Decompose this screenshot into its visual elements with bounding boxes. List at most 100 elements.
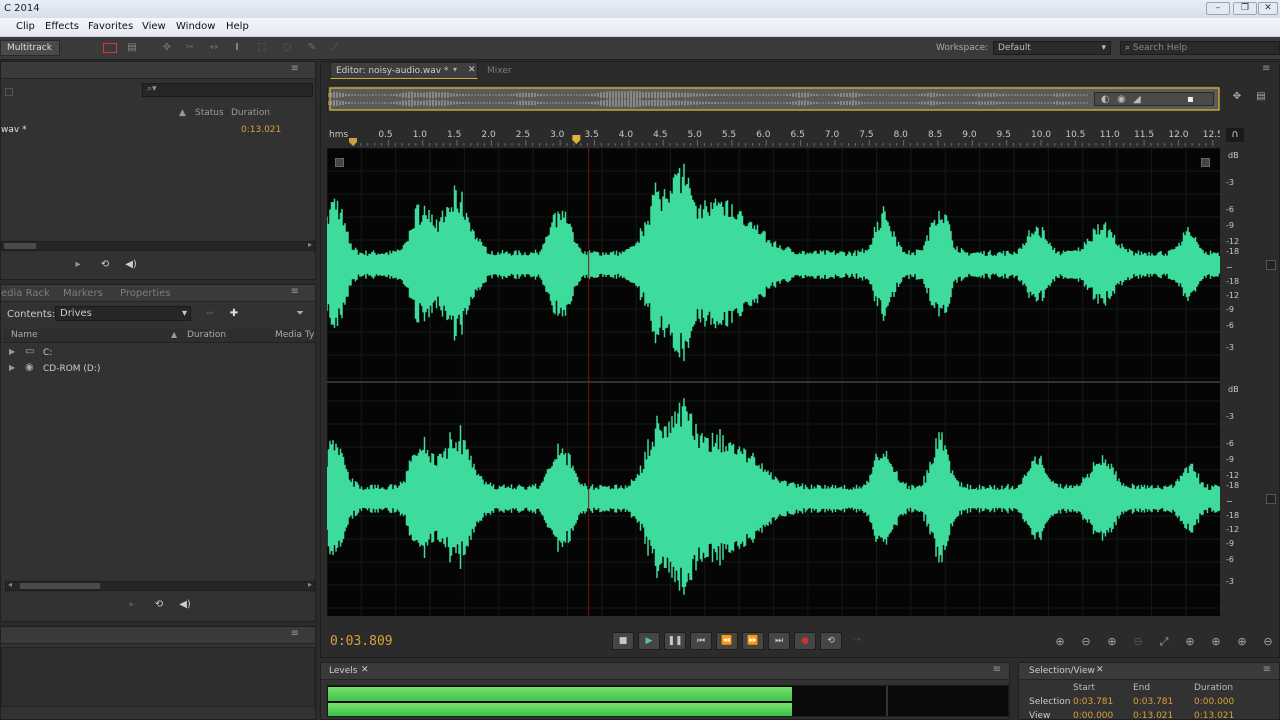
record-button[interactable]: ● <box>794 632 816 650</box>
current-time-display[interactable]: 0:03.809 <box>330 634 393 649</box>
skip-selection-button[interactable]: ⇢ <box>846 632 868 650</box>
workspace-dropdown[interactable]: Default ▾ <box>993 41 1111 55</box>
zoom-in-time-icon[interactable]: ⊕ <box>1102 634 1122 650</box>
search-help-input[interactable]: ⌕ Search Help <box>1120 41 1280 55</box>
spectral-view-icon[interactable]: ▤ <box>125 42 139 54</box>
go-to-start-button[interactable]: ⏮ <box>690 632 712 650</box>
spot-healing-tool-icon[interactable]: ⟋ <box>328 42 342 54</box>
levels-panel-title[interactable]: Levels <box>329 666 357 676</box>
close-panel-icon[interactable]: ✕ <box>1096 665 1104 675</box>
hud-toggle-icon[interactable] <box>1201 158 1210 167</box>
zoom-out-time-icon[interactable]: ⊖ <box>1128 634 1148 650</box>
multitrack-button[interactable]: Multitrack <box>0 40 60 56</box>
selection-end[interactable]: 0:03.781 <box>1133 697 1173 707</box>
zoom-in-right-icon[interactable]: ⊕ <box>1206 634 1226 650</box>
add-shortcut-icon[interactable]: ✚ <box>225 307 243 321</box>
menu-window[interactable]: Window <box>176 21 215 32</box>
pan-knob-icon[interactable]: ◉ <box>1117 94 1126 105</box>
zoom-in-left-icon[interactable]: ⊕ <box>1180 634 1200 650</box>
slip-tool-icon[interactable]: ↔ <box>207 42 221 54</box>
zoom-out-amplitude-icon[interactable]: ⊖ <box>1076 634 1096 650</box>
selection-start[interactable]: 0:03.781 <box>1073 697 1113 707</box>
zoom-selection-icon[interactable]: ⊕ <box>1232 634 1252 650</box>
brush-tool-icon[interactable]: ✎ <box>305 42 319 54</box>
zoom-all-icon[interactable]: ⊖ <box>1258 634 1278 650</box>
autoplay-icon[interactable]: ◀) <box>122 258 140 272</box>
volume-knob-icon[interactable]: ◐ <box>1101 94 1110 105</box>
time-selection-tool-icon[interactable]: I <box>230 42 244 54</box>
panel-menu-icon[interactable]: ≡ <box>291 63 299 74</box>
menu-effects[interactable]: Effects <box>45 21 79 32</box>
scrollbar-thumb[interactable] <box>20 583 100 589</box>
panel-menu-icon[interactable]: ≡ <box>1263 664 1271 675</box>
panel-menu-icon[interactable]: ≡ <box>291 286 299 297</box>
panel-menu-icon[interactable]: ≡ <box>993 664 1001 675</box>
overview-navigator[interactable]: ◐ ◉ ◢ ▪ <box>327 85 1220 111</box>
play-button[interactable]: ▶ <box>638 632 660 650</box>
fade-icon[interactable]: ◢ <box>1133 94 1141 105</box>
close-button[interactable]: ✕ <box>1258 2 1278 15</box>
play-icon[interactable]: ▸ <box>123 598 141 612</box>
expand-icon[interactable]: ▶ <box>9 347 15 356</box>
minimize-button[interactable]: – <box>1206 2 1230 15</box>
selection-view-title[interactable]: Selection/View <box>1029 666 1095 676</box>
loop-playback-button[interactable]: ⟲ <box>820 632 842 650</box>
tab-markers[interactable]: Markers <box>63 288 103 299</box>
scrollbar-thumb[interactable] <box>4 243 36 249</box>
menu-help[interactable]: Help <box>226 21 249 32</box>
status-column-header[interactable]: Status <box>195 108 224 118</box>
marquee-tool-icon[interactable]: ⬚ <box>255 42 269 54</box>
play-icon[interactable]: ▸ <box>69 258 87 272</box>
contents-dropdown[interactable]: Drives ▾ <box>55 306 191 321</box>
autoplay-icon[interactable]: ◀) <box>176 598 194 612</box>
collapse-icon[interactable] <box>5 88 13 96</box>
files-horizontal-scrollbar[interactable]: ▸ <box>1 240 315 251</box>
duration-column-header[interactable]: Duration <box>231 108 270 118</box>
view-duration[interactable]: 0:13.021 <box>1194 711 1234 720</box>
files-search-input[interactable]: ⌕▾ <box>142 83 313 97</box>
zoom-out-full-icon[interactable]: ⤢ <box>1154 634 1174 650</box>
selection-duration[interactable]: 0:00.000 <box>1194 697 1234 707</box>
tab-media-rack[interactable]: edia Rack <box>1 288 50 299</box>
pause-button[interactable]: ❚❚ <box>664 632 686 650</box>
lasso-tool-icon[interactable]: ◌ <box>280 42 294 54</box>
panel-menu-icon[interactable]: ≡ <box>291 628 299 639</box>
close-tab-icon[interactable]: ✕ <box>468 65 476 75</box>
go-to-end-button[interactable]: ⏭ <box>768 632 790 650</box>
zoom-toggle-icon[interactable]: ✥ <box>1228 90 1246 104</box>
waveform-display[interactable] <box>326 147 1221 616</box>
time-ruler[interactable]: hms 0.5 1.0 1.5 2.0 2.5 3.0 3.5 4.0 4.5 5.0 5.5 6.0 6… <box>327 124 1249 146</box>
loop-icon[interactable]: ⟲ <box>150 598 168 612</box>
panel-menu-icon[interactable]: ≡ <box>1262 63 1270 74</box>
tab-mixer[interactable]: Mixer <box>487 66 512 76</box>
selection-start-handle[interactable] <box>349 138 357 146</box>
waveform-canvas[interactable] <box>326 147 1221 616</box>
pin-hud-icon[interactable]: ▪ <box>1187 94 1194 105</box>
back-icon[interactable]: ⇐ <box>201 307 219 321</box>
menu-favorites[interactable]: Favorites <box>88 21 133 32</box>
loop-icon[interactable]: ⟲ <box>96 258 114 272</box>
channel-enable-left-icon[interactable] <box>1266 260 1276 270</box>
scroll-left-icon[interactable]: ◂ <box>8 580 12 589</box>
scroll-right-icon[interactable]: ▸ <box>308 240 312 249</box>
view-start[interactable]: 0:00.000 <box>1073 711 1113 720</box>
stop-button[interactable]: ■ <box>612 632 634 650</box>
rewind-button[interactable]: ⏪ <box>716 632 738 650</box>
record-view-icon[interactable] <box>103 43 117 53</box>
channel-enable-right-icon[interactable] <box>1266 494 1276 504</box>
scroll-right-icon[interactable]: ▸ <box>308 580 312 589</box>
menu-clip[interactable]: Clip <box>16 21 35 32</box>
tab-editor[interactable]: Editor: noisy-audio.wav * ▾ ✕ <box>330 62 478 79</box>
view-end[interactable]: 0:13.021 <box>1133 711 1173 720</box>
duration-column-header[interactable]: Duration <box>187 330 226 340</box>
move-tool-icon[interactable]: ✥ <box>160 42 174 54</box>
tab-dropdown-icon[interactable]: ▾ <box>453 65 457 74</box>
razor-tool-icon[interactable]: ✂ <box>183 42 197 54</box>
name-column-header[interactable]: Name <box>11 330 38 340</box>
maximize-button[interactable]: ❐ <box>1233 2 1257 15</box>
expand-icon[interactable]: ▶ <box>9 363 15 372</box>
list-item[interactable]: ▶ ◉ CD-ROM (D:) <box>7 362 307 377</box>
media-type-column-header[interactable]: Media Ty <box>275 330 314 340</box>
playhead-handle[interactable] <box>572 135 581 144</box>
file-name[interactable]: wav * <box>1 125 27 135</box>
